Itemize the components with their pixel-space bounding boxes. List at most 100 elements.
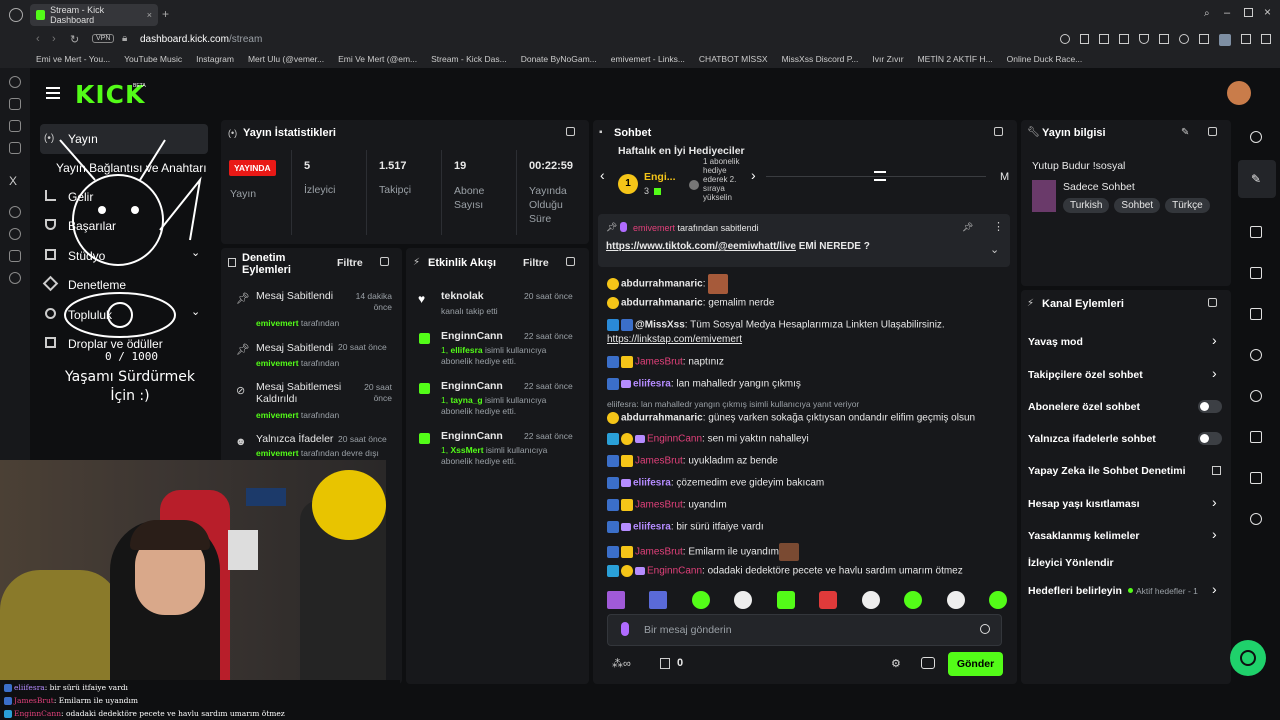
activity-user[interactable]: EnginnCann — [441, 430, 503, 442]
emoji-icon[interactable] — [980, 624, 990, 634]
chat-username[interactable]: abdurrahmanaric — [621, 413, 703, 424]
bookmark-item[interactable]: Ivır Zıvır — [872, 54, 903, 64]
ai-icon[interactable] — [1261, 34, 1271, 44]
notes-icon[interactable] — [9, 120, 21, 132]
chevron-right-icon[interactable]: › — [1212, 526, 1217, 542]
x-icon[interactable]: X — [9, 174, 21, 188]
unpin-icon[interactable]: 📌︎ — [962, 222, 973, 233]
action-banned-words[interactable]: Yasaklanmış kelimeler — [1028, 530, 1140, 542]
chat-link[interactable]: https://linkstap.com/emivemert — [607, 334, 742, 345]
tag[interactable]: Sohbet — [1114, 198, 1161, 213]
chat-username[interactable]: JamesBrut — [635, 547, 683, 558]
chevron-right-icon[interactable]: › — [751, 167, 756, 183]
action-slow-mode[interactable]: Yavaş mod — [1028, 336, 1083, 348]
emote[interactable] — [734, 591, 753, 609]
emote[interactable] — [946, 591, 965, 609]
vpn-badge[interactable]: VPN — [92, 34, 115, 43]
chat-icon[interactable] — [1250, 349, 1262, 361]
url-field[interactable]: dashboard.kick.com/stream — [140, 34, 262, 45]
back-icon[interactable]: ‹ — [36, 33, 40, 45]
layout-icon[interactable] — [1250, 431, 1262, 443]
activity-user[interactable]: teknolak — [441, 290, 484, 302]
bookmark-item[interactable]: Online Duck Race... — [1007, 54, 1083, 64]
external-link-icon[interactable] — [1212, 466, 1221, 475]
gift-target[interactable]: XssMert — [450, 445, 483, 455]
clock-icon[interactable] — [9, 228, 21, 240]
browser-menu-icon[interactable] — [9, 8, 23, 22]
chat-username[interactable]: eliifesra — [633, 478, 671, 489]
chat-username[interactable]: EnginnCann — [647, 566, 702, 577]
chevron-left-icon[interactable]: ‹ — [600, 167, 605, 183]
emote[interactable] — [691, 591, 710, 609]
maximize-icon[interactable] — [1244, 8, 1253, 17]
bookmark-item[interactable]: Instagram — [196, 54, 234, 64]
emotes-only-toggle[interactable] — [1198, 432, 1222, 445]
hamburger-menu-icon[interactable] — [46, 87, 60, 99]
action-raid[interactable]: İzleyici Yönlendir — [1028, 557, 1114, 569]
chat-username[interactable]: JamesBrut — [635, 357, 683, 368]
emote[interactable] — [904, 591, 923, 609]
activity-filter-button[interactable]: Filtre — [523, 257, 549, 269]
users-icon[interactable]: ⁂∞ — [612, 657, 631, 670]
chevron-right-icon[interactable]: › — [1212, 581, 1217, 597]
close-tab-icon[interactable]: × — [147, 10, 152, 20]
bookmark-item[interactable]: Emi ve Mert - You... — [36, 54, 110, 64]
action-account-age[interactable]: Hesap yaşı kısıtlaması — [1028, 498, 1140, 510]
settings-icon[interactable] — [9, 272, 21, 284]
bookmark-item[interactable]: Stream - Kick Das... — [431, 54, 507, 64]
mod-item-user[interactable]: emivemert — [256, 410, 299, 420]
chat-username[interactable]: eliifesra — [633, 522, 671, 533]
bookmark-icon[interactable] — [1080, 34, 1089, 44]
subs-only-toggle[interactable] — [1198, 400, 1222, 413]
activity-user[interactable]: EnginnCann — [441, 330, 503, 342]
gift-target[interactable]: ellifesra — [450, 345, 482, 355]
music-icon[interactable] — [9, 206, 21, 218]
profile-icon[interactable] — [1219, 34, 1231, 46]
popout-icon[interactable] — [380, 257, 389, 266]
mod-item-user[interactable]: emivemert — [256, 448, 299, 458]
download-icon[interactable] — [1241, 34, 1251, 44]
chat-username[interactable]: eliifesra — [633, 379, 671, 390]
mod-item-user[interactable]: emivemert — [256, 318, 299, 328]
chevron-right-icon[interactable]: › — [1212, 365, 1217, 381]
chat-input[interactable]: Bir mesaj gönderin — [644, 624, 732, 636]
emote[interactable] — [988, 591, 1007, 609]
bookmark-item[interactable]: Mert Ulu (@vemer... — [248, 54, 324, 64]
chevron-right-icon[interactable]: › — [1212, 494, 1217, 510]
user-avatar[interactable] — [1227, 81, 1251, 105]
community-icon[interactable] — [1250, 513, 1262, 525]
bookmark-item[interactable]: emivemert - Links... — [611, 54, 685, 64]
emote[interactable] — [607, 591, 625, 609]
bookmark-item[interactable]: MissXss Discord P... — [782, 54, 859, 64]
popout-icon[interactable] — [1208, 298, 1217, 307]
document-icon[interactable] — [1250, 308, 1262, 320]
chat-username[interactable]: EnginnCann — [647, 434, 702, 445]
action-goals[interactable]: Hedefleri belirleyin — [1028, 585, 1122, 597]
emote[interactable] — [861, 591, 880, 609]
popout-icon[interactable] — [566, 257, 575, 266]
action-ai-moderation[interactable]: Yapay Zeka ile Sohbet Denetimi — [1028, 465, 1186, 477]
send-button[interactable]: Gönder — [948, 652, 1003, 676]
chevron-right-icon[interactable]: › — [1212, 332, 1217, 348]
minimize-icon[interactable]: – — [1224, 7, 1230, 19]
chat-username[interactable]: abdurrahmanaric — [621, 279, 703, 290]
extensions-icon[interactable] — [1199, 34, 1209, 44]
camera-icon[interactable] — [1099, 34, 1109, 44]
pinned-by-user[interactable]: emivemert — [633, 223, 675, 233]
broadcast-icon[interactable] — [1250, 390, 1262, 402]
browser-tab[interactable]: Stream - Kick Dashboard × — [30, 4, 158, 26]
info-icon[interactable] — [1250, 131, 1262, 143]
bookmark-item[interactable]: CHATBOT MİSSX — [699, 54, 768, 64]
history-icon[interactable] — [9, 76, 21, 88]
screenshot-icon[interactable] — [1119, 34, 1129, 44]
wrench-icon[interactable] — [1250, 472, 1262, 484]
emote[interactable] — [649, 591, 668, 609]
gift-target[interactable]: tayna_g — [450, 395, 482, 405]
mail-icon[interactable] — [9, 142, 21, 154]
new-tab-icon[interactable]: + — [162, 7, 169, 21]
heart-icon[interactable] — [1179, 34, 1189, 44]
edit-icon[interactable]: ✎ — [1181, 127, 1189, 138]
close-window-icon[interactable]: × — [1264, 5, 1271, 19]
emote[interactable] — [776, 591, 795, 609]
bookmark-item[interactable]: YouTube Music — [124, 54, 182, 64]
